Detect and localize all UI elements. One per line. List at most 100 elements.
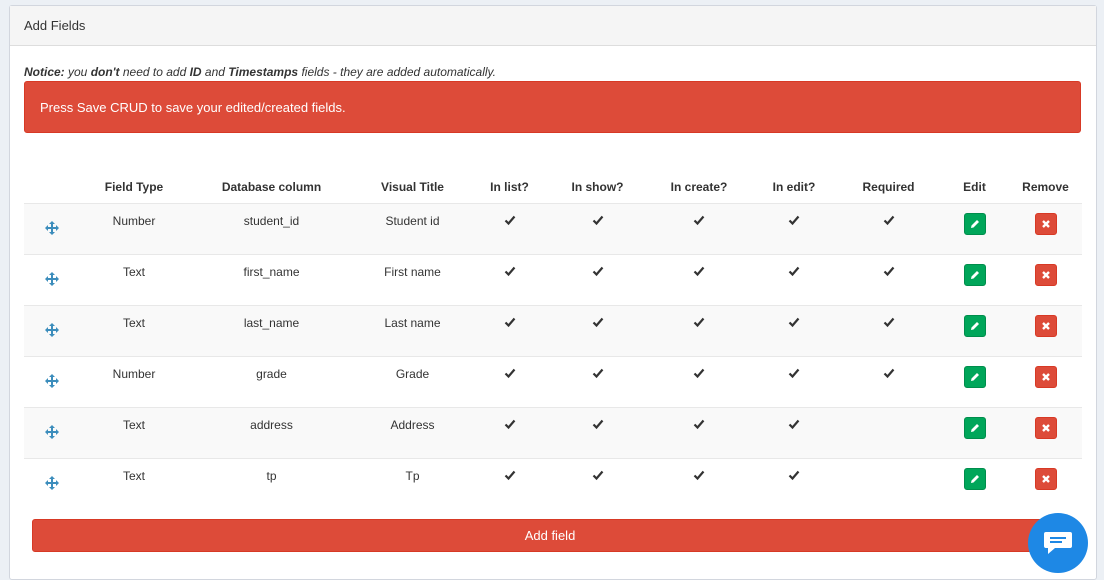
in-show-cell (548, 408, 647, 459)
in-show-cell (548, 357, 647, 408)
notice-part: need to add (119, 65, 190, 79)
field-type-cell: Text (122, 469, 145, 483)
database-column-cell: tp (266, 469, 277, 483)
times-icon (1041, 220, 1050, 228)
drag-handle-cell[interactable] (24, 204, 79, 255)
check-icon (592, 266, 603, 277)
column-header: Visual Title (381, 180, 444, 194)
in-list-cell (471, 204, 548, 255)
field-type-cell: Number (112, 214, 156, 228)
times-icon (1041, 322, 1050, 330)
in-list-cell (471, 459, 548, 510)
in-edit-cell (751, 255, 837, 306)
edit-cell (940, 204, 1009, 255)
column-header: In edit? (772, 180, 816, 194)
column-header: Field Type (104, 180, 164, 194)
edit-button[interactable] (963, 315, 986, 337)
move-arrows-icon[interactable] (44, 221, 59, 235)
drag-handle-cell[interactable] (24, 459, 79, 510)
visual-title-cell: Last name (384, 316, 441, 330)
in-show-cell (548, 204, 647, 255)
column-header (24, 171, 79, 204)
drag-handle-cell[interactable] (24, 408, 79, 459)
check-icon (883, 266, 894, 277)
check-icon (693, 470, 705, 481)
table-row: Text tp Tp (24, 458, 1082, 510)
add-fields-panel: Add Fields Notice: you don't need to add… (9, 5, 1097, 580)
notice-label: Notice: (24, 65, 65, 79)
edit-button[interactable] (963, 417, 986, 439)
times-icon (1041, 424, 1050, 432)
in-create-cell (647, 459, 751, 510)
remove-button[interactable] (1034, 213, 1057, 235)
field-type-cell: Number (112, 367, 156, 381)
notice-text: Notice: you don't need to add ID and Tim… (24, 65, 496, 79)
field-type-cell: Text (122, 418, 145, 432)
fields-table-body: Number student_id Student id Text first_name… (24, 203, 1082, 510)
alert-text: Press Save CRUD to save your edited/crea… (40, 100, 346, 115)
check-icon (883, 215, 894, 226)
edit-button[interactable] (963, 264, 986, 286)
check-icon (788, 266, 800, 277)
pencil-icon (970, 424, 979, 432)
check-icon (504, 419, 515, 430)
remove-button[interactable] (1034, 468, 1057, 490)
edit-cell (940, 408, 1009, 459)
move-arrows-icon[interactable] (44, 272, 59, 286)
field-type-cell: Text (122, 265, 145, 279)
in-create-cell (647, 357, 751, 408)
edit-cell (940, 306, 1009, 357)
times-icon (1041, 475, 1050, 483)
visual-title-cell: Grade (395, 367, 430, 381)
check-icon (504, 317, 515, 328)
in-edit-cell (751, 408, 837, 459)
check-icon (788, 419, 800, 430)
in-edit-cell (751, 459, 837, 510)
in-create-cell (647, 408, 751, 459)
column-header: In list? (490, 180, 529, 194)
visual-title-cell: First name (384, 265, 441, 279)
drag-handle-cell[interactable] (24, 255, 79, 306)
table-row: Number student_id Student id (24, 203, 1082, 255)
remove-cell (1009, 306, 1082, 357)
in-create-cell (647, 255, 751, 306)
pencil-icon (970, 322, 979, 330)
visual-title-cell: Student id (385, 214, 440, 228)
remove-cell (1009, 255, 1082, 306)
check-icon (883, 317, 894, 328)
move-arrows-icon[interactable] (44, 323, 59, 337)
check-icon (693, 368, 705, 379)
column-header: Edit (963, 180, 986, 194)
remove-button[interactable] (1034, 366, 1057, 388)
move-arrows-icon[interactable] (44, 425, 59, 439)
remove-button[interactable] (1034, 417, 1057, 439)
check-icon (504, 470, 515, 481)
remove-button[interactable] (1034, 315, 1057, 337)
in-list-cell (471, 408, 548, 459)
in-create-cell (647, 204, 751, 255)
visual-title-cell: Tp (405, 469, 420, 483)
table-row: Text first_name First name (24, 254, 1082, 306)
remove-button[interactable] (1034, 264, 1057, 286)
in-create-cell (647, 306, 751, 357)
chat-widget-button[interactable] (1028, 513, 1088, 573)
in-edit-cell (751, 204, 837, 255)
drag-handle-cell[interactable] (24, 306, 79, 357)
move-arrows-icon[interactable] (44, 374, 59, 388)
edit-button[interactable] (963, 366, 986, 388)
move-arrows-icon[interactable] (44, 476, 59, 490)
edit-cell (940, 459, 1009, 510)
in-edit-cell (751, 306, 837, 357)
check-icon (883, 368, 894, 379)
edit-button[interactable] (963, 213, 986, 235)
remove-cell (1009, 204, 1082, 255)
pencil-icon (970, 475, 979, 483)
check-icon (504, 368, 515, 379)
drag-handle-cell[interactable] (24, 357, 79, 408)
column-header: In create? (670, 180, 728, 194)
edit-button[interactable] (963, 468, 986, 490)
required-cell (837, 357, 940, 408)
add-field-button[interactable]: Add field (32, 519, 1068, 552)
visual-title-cell: Address (390, 418, 435, 432)
in-show-cell (548, 459, 647, 510)
